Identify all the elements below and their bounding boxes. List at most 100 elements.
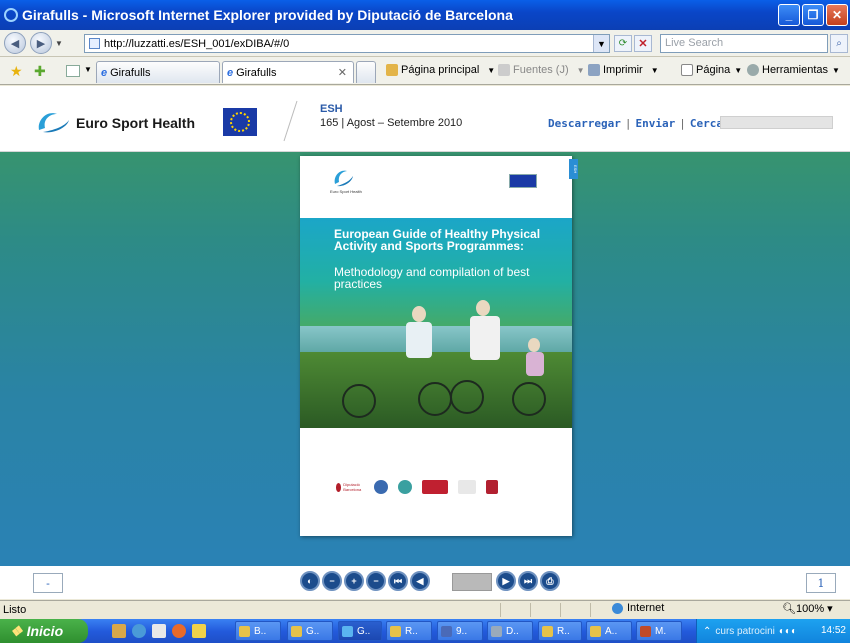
back-button[interactable]: ◀ — [4, 32, 26, 54]
quicklaunch-icon-1[interactable] — [112, 624, 126, 638]
sponsor-logo-5 — [458, 480, 476, 494]
address-url: http://luzzatti.es/ESH_001/exDIBA/#/0 — [104, 37, 290, 50]
address-input[interactable]: http://luzzatti.es/ESH_001/exDIBA/#/0 ▼ — [84, 34, 610, 53]
book-cover-page[interactable]: Euro Sport Health ESH European Guide of … — [300, 156, 578, 536]
refresh-button[interactable]: ⟳ — [614, 35, 632, 52]
start-button[interactable]: ❖ Inicio — [0, 619, 88, 643]
home-label: Página principal — [401, 64, 480, 76]
tray-text: curs patrocini — [715, 625, 775, 637]
zoom-in-icon[interactable]: + — [344, 571, 364, 591]
brand-name: Euro Sport Health — [76, 115, 196, 131]
tools-menu-button[interactable]: Herramientas ▼ — [747, 64, 840, 76]
window-titlebar[interactable]: Girafulls - Microsoft Internet Explorer … — [0, 0, 850, 30]
add-favorites-icon[interactable]: ✚ — [34, 63, 46, 80]
feeds-icon — [498, 64, 510, 76]
taskbar-item[interactable]: 9.. — [437, 621, 483, 641]
taskbar-item[interactable]: A.. — [586, 621, 632, 641]
cover-subtitle: Methodology and compilation of best prac… — [334, 265, 530, 291]
close-icon[interactable]: ✕ — [826, 4, 848, 26]
taskbar-item[interactable]: M. — [636, 621, 682, 641]
download-link[interactable]: Descarregar — [548, 117, 621, 130]
history-dropdown-icon[interactable]: ▼ — [55, 39, 63, 48]
home-dropdown-icon[interactable]: ▼ — [487, 66, 495, 75]
quicklaunch-icon-4[interactable] — [172, 624, 186, 638]
ie-icon — [4, 8, 18, 22]
printer-icon — [588, 64, 600, 76]
quicklaunch-icon-5[interactable] — [192, 624, 206, 638]
stop-button[interactable]: ✕ — [634, 35, 652, 52]
live-search-input[interactable]: Live Search — [660, 34, 828, 53]
page-icon — [89, 38, 100, 49]
tab-girafulls-2[interactable]: e Girafulls ✕ — [222, 61, 354, 83]
tools-dropdown-icon[interactable]: ▼ — [832, 66, 840, 75]
status-bar: Listo Internet 🔍︎100% ▾ — [0, 600, 850, 618]
new-tab-button[interactable] — [356, 61, 376, 83]
clock: 14:52 — [820, 625, 846, 636]
quicklaunch-ie-icon[interactable] — [132, 624, 146, 638]
print-button[interactable]: Imprimir ▼ — [588, 64, 659, 76]
ie-tab-icon: e — [101, 66, 108, 79]
home-button[interactable]: Página principal ▼ — [386, 64, 495, 76]
feeds-button[interactable]: Fuentes (J) ▼ — [498, 64, 585, 76]
address-dropdown-icon[interactable]: ▼ — [593, 35, 609, 52]
page-dropdown-icon[interactable]: ▼ — [734, 66, 742, 75]
taskbar-item[interactable]: R.. — [386, 621, 432, 641]
taskbar-item[interactable]: G.. — [338, 621, 382, 641]
page-menu-icon — [681, 64, 693, 76]
forward-button[interactable]: ▶ — [30, 32, 52, 54]
taskbar-item[interactable]: R.. — [538, 621, 582, 641]
euro-sport-health-logo[interactable] — [35, 108, 71, 134]
page-content: Euro Sport Health ESH 165 | Agost – Sete… — [0, 86, 850, 599]
zoom-level[interactable]: 🔍︎100% ▾ — [782, 602, 833, 615]
send-link[interactable]: Enviar — [635, 117, 675, 130]
system-tray: ⌃ curs patrocini ◐◐◐ 14:52 — [696, 619, 850, 643]
eu-flag-icon — [223, 108, 257, 136]
left-page-indicator[interactable]: - — [33, 573, 63, 593]
tab-list-dropdown-icon[interactable]: ▼ — [84, 65, 92, 74]
first-page-icon[interactable]: ⏮ — [388, 571, 408, 591]
search-icon[interactable]: ⌕ — [830, 34, 848, 53]
diputacio-barcelona-logo: Diputació Barcelona — [336, 480, 364, 494]
right-page-indicator[interactable]: 1 — [806, 573, 836, 593]
gear-icon — [747, 64, 759, 76]
globe-icon — [612, 602, 623, 614]
ie-tab-icon: e — [227, 66, 234, 79]
site-search-input[interactable] — [720, 116, 833, 129]
tray-icons[interactable]: ◐◐◐ — [779, 626, 797, 637]
cover-title: European Guide of Healthy Physical Activ… — [334, 227, 541, 253]
favorites-star-icon[interactable]: ★ — [10, 63, 23, 80]
search-link[interactable]: Cerca — [690, 117, 723, 130]
zone-label: Internet — [627, 602, 665, 614]
print-icon[interactable]: ⎙ — [540, 571, 560, 591]
tools-label: Herramientas — [762, 64, 829, 76]
last-page-icon[interactable]: ⏭ — [518, 571, 538, 591]
taskbar-item[interactable]: G.. — [287, 621, 333, 641]
tray-expand-icon[interactable]: ⌃ — [703, 626, 711, 637]
sponsor-logos: Diputació Barcelona — [336, 479, 536, 495]
start-label: Inicio — [26, 623, 64, 639]
page-menu-button[interactable]: Página ▼ — [681, 64, 742, 76]
minimize-icon[interactable]: _ — [778, 4, 800, 26]
feeds-dropdown-icon[interactable]: ▼ — [577, 66, 585, 75]
window-title: Girafulls - Microsoft Internet Explorer … — [22, 7, 513, 23]
page-slider[interactable] — [452, 573, 492, 591]
next-page-icon[interactable]: ▶ — [496, 571, 516, 591]
print-dropdown-icon[interactable]: ▼ — [651, 66, 659, 75]
zoom-out-icon[interactable]: − — [322, 571, 342, 591]
tab-girafulls-1[interactable]: e Girafulls — [96, 61, 220, 83]
status-text: Listo — [3, 603, 27, 616]
window-controls: _ ❐ ✕ — [778, 4, 848, 26]
close-tab-icon[interactable]: ✕ — [338, 66, 347, 79]
home-icon — [386, 64, 398, 76]
taskbar-item[interactable]: D.. — [487, 621, 533, 641]
taskbar-item[interactable]: B.. — [235, 621, 281, 641]
sponsor-logo-3 — [398, 480, 412, 494]
sound-icon[interactable]: ◐ — [300, 571, 320, 591]
book-corner-tab[interactable]: ESH — [569, 159, 578, 179]
quick-tabs-icon[interactable] — [66, 65, 80, 77]
minus-icon[interactable]: − — [366, 571, 386, 591]
prev-page-icon[interactable]: ◀ — [410, 571, 430, 591]
maximize-icon[interactable]: ❐ — [802, 4, 824, 26]
taskbar: ❖ Inicio B.. G.. G.. R.. 9.. D.. R.. A..… — [0, 619, 850, 643]
quicklaunch-icon-3[interactable] — [152, 624, 166, 638]
